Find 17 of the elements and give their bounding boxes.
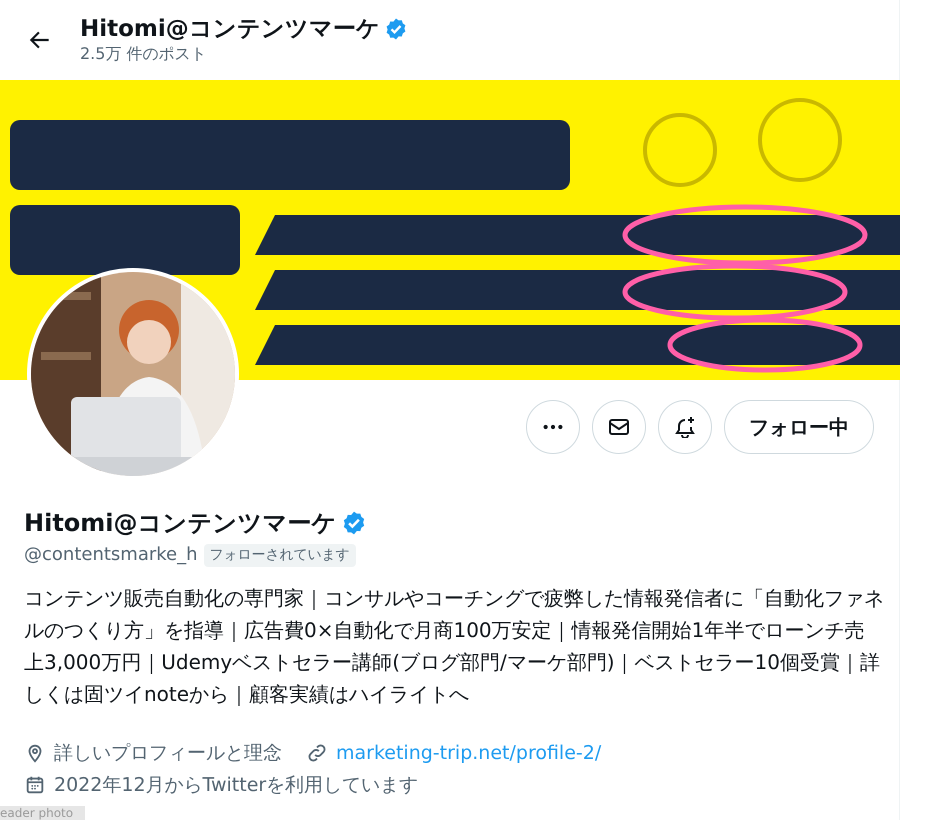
more-icon <box>543 424 563 430</box>
link-icon <box>306 742 328 764</box>
bell-plus-icon <box>674 416 696 438</box>
notify-button[interactable] <box>658 400 712 454</box>
message-button[interactable] <box>592 400 646 454</box>
profile-handle: @contentsmarke_h <box>24 543 198 567</box>
tooltip: eader photo <box>0 806 86 820</box>
follows-you-label: フォローされています <box>204 544 356 566</box>
post-count: 2.5万 件のポスト <box>80 43 208 65</box>
calendar-icon <box>24 774 46 796</box>
profile-name: Hitomi@コンテンツマーケ <box>24 508 337 538</box>
location-text: 詳しいプロフィールと理念 <box>54 741 282 766</box>
profile-bio: コンテンツ販売自動化の専門家｜コンサルやコーチングで疲弊した情報発信者に「自動化ファネルのつくり方」を指導｜広告費0×自動化で月商100万安定｜情報発信開始1年半でローンチ売上3,000万円｜Udemyベストセラー講師(ブログ部門/マーケ部門)｜ベストセラー10個受賞｜詳しくは固ツイnoteから｜顧客実績はハイライトへ <box>24 585 884 708</box>
profile-title: Hitomi@コンテンツマーケ <box>80 15 380 43</box>
following-button[interactable]: フォロー中 <box>724 400 874 454</box>
envelope-icon <box>608 416 630 438</box>
joined-date: 2022年12月からTwitterを利用しています <box>54 773 418 798</box>
